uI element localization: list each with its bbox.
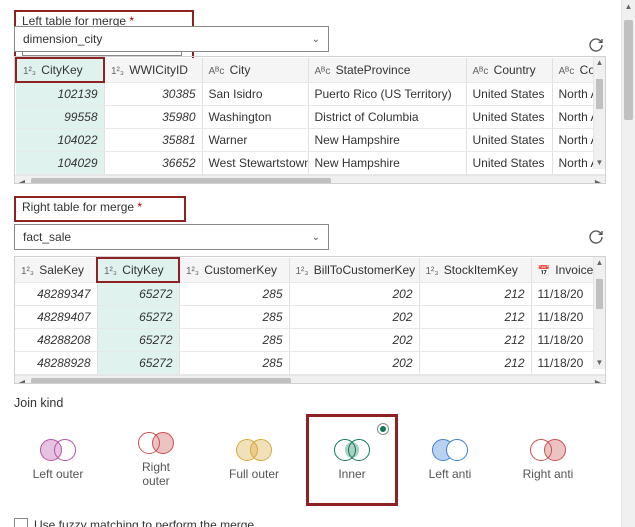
table-cell: 102139: [16, 82, 104, 106]
column-header[interactable]: 1²₃ WWICityID: [104, 58, 202, 82]
left-table-select-full[interactable]: dimension_city ⌄: [14, 26, 329, 52]
v-scrollbar[interactable]: ▲▼: [593, 257, 605, 369]
table-cell: 202: [289, 329, 419, 352]
venn-icon: [40, 439, 76, 461]
join-kind-label: Left outer: [33, 467, 84, 481]
venn-icon: [236, 439, 272, 461]
join-kind-label: Inner: [338, 467, 365, 481]
table-cell: 48288208: [15, 329, 97, 352]
radio-selected-icon: [377, 423, 389, 435]
column-header[interactable]: Aᴮc Country: [466, 58, 552, 82]
table-cell: 285: [179, 329, 289, 352]
table-cell: United States: [466, 129, 552, 152]
chevron-down-icon: ⌄: [312, 232, 320, 243]
table-cell: New Hampshire: [308, 129, 466, 152]
table-cell: District of Columbia: [308, 106, 466, 129]
table-cell: United States: [466, 106, 552, 129]
table-cell: 212: [419, 329, 531, 352]
table-cell: Warner: [202, 129, 308, 152]
fuzzy-checkbox[interactable]: [14, 518, 28, 527]
table-cell: 35881: [104, 129, 202, 152]
join-kind-right-outer[interactable]: Rightouter: [112, 416, 200, 504]
left-table: 1²₃ CityKey1²₃ WWICityIDAᴮc CityAᴮc Stat…: [14, 56, 606, 184]
table-row[interactable]: 482894076527228520221211/18/20: [15, 306, 606, 329]
table-cell: San Isidro: [202, 82, 308, 106]
table-cell: 36652: [104, 152, 202, 175]
join-kind-inner[interactable]: Inner: [308, 416, 396, 504]
table-cell: New Hampshire: [308, 152, 466, 175]
join-kind-left-anti[interactable]: Left anti: [406, 416, 494, 504]
column-header[interactable]: 1²₃ CustomerKey: [179, 258, 289, 282]
right-table: 1²₃ SaleKey1²₃ CityKey1²₃ CustomerKey1²₃…: [14, 256, 606, 384]
join-kind-full-outer[interactable]: Full outer: [210, 416, 298, 504]
venn-icon: [138, 432, 174, 454]
column-header[interactable]: 1²₃ BillToCustomerKey: [289, 258, 419, 282]
venn-icon: [334, 439, 370, 461]
table-cell: 30385: [104, 82, 202, 106]
table-cell: 212: [419, 282, 531, 306]
column-header[interactable]: 1²₃ CityKey: [97, 258, 179, 282]
join-kind-right-anti[interactable]: Right anti: [504, 416, 592, 504]
table-cell: 202: [289, 282, 419, 306]
table-row[interactable]: 482882086527228520221211/18/20: [15, 329, 606, 352]
table-row[interactable]: 482889286527228520221211/18/20: [15, 352, 606, 375]
venn-icon: [432, 439, 468, 461]
refresh-icon[interactable]: [586, 227, 606, 247]
column-header[interactable]: 1²₃ CityKey: [16, 58, 104, 82]
h-scrollbar[interactable]: ◀▶: [15, 175, 605, 184]
dialog-v-scrollbar[interactable]: ▲: [621, 0, 635, 527]
fuzzy-label: Use fuzzy matching to perform the merge: [34, 518, 254, 527]
table-cell: 104022: [16, 129, 104, 152]
table-cell: 65272: [97, 306, 179, 329]
venn-icon: [530, 439, 566, 461]
table-cell: 48289407: [15, 306, 97, 329]
right-table-select[interactable]: fact_sale ⌄: [14, 224, 329, 250]
table-cell: 104029: [16, 152, 104, 175]
table-cell: 48289347: [15, 282, 97, 306]
column-header[interactable]: 1²₃ SaleKey: [15, 258, 97, 282]
table-cell: 99558: [16, 106, 104, 129]
table-row[interactable]: 9955835980WashingtonDistrict of Columbia…: [16, 106, 606, 129]
table-cell: United States: [466, 152, 552, 175]
table-row[interactable]: 10213930385San IsidroPuerto Rico (US Ter…: [16, 82, 606, 106]
join-kind-label: Right anti: [523, 467, 574, 481]
table-cell: 285: [179, 352, 289, 375]
table-cell: United States: [466, 82, 552, 106]
join-kind-label: Left anti: [429, 467, 472, 481]
column-header[interactable]: Aᴮc StateProvince: [308, 58, 466, 82]
table-cell: 48288928: [15, 352, 97, 375]
table-cell: 65272: [97, 352, 179, 375]
join-kind-label: Join kind: [14, 396, 606, 410]
table-cell: 285: [179, 306, 289, 329]
table-cell: 202: [289, 352, 419, 375]
table-cell: 202: [289, 306, 419, 329]
chevron-down-icon: ⌄: [312, 34, 320, 45]
join-kind-left-outer[interactable]: Left outer: [14, 416, 102, 504]
join-kind-label: Full outer: [229, 467, 279, 481]
column-header[interactable]: 1²₃ StockItemKey: [419, 258, 531, 282]
v-scrollbar[interactable]: ▲▼: [593, 57, 605, 169]
h-scrollbar[interactable]: ◀▶: [15, 375, 605, 384]
table-cell: 212: [419, 306, 531, 329]
table-cell: West Stewartstown: [202, 152, 308, 175]
table-cell: Puerto Rico (US Territory): [308, 82, 466, 106]
join-kind-label: Rightouter: [142, 460, 170, 489]
right-table-label: Right table for merge *: [22, 200, 178, 214]
table-cell: 285: [179, 282, 289, 306]
column-header[interactable]: Aᴮc City: [202, 58, 308, 82]
table-cell: 212: [419, 352, 531, 375]
table-row[interactable]: 10402235881WarnerNew HampshireUnited Sta…: [16, 129, 606, 152]
table-row[interactable]: 482893476527228520221211/18/20: [15, 282, 606, 306]
table-cell: 65272: [97, 329, 179, 352]
table-cell: Washington: [202, 106, 308, 129]
table-cell: 35980: [104, 106, 202, 129]
refresh-icon[interactable]: [586, 35, 606, 55]
table-cell: 65272: [97, 282, 179, 306]
table-row[interactable]: 10402936652West StewartstownNew Hampshir…: [16, 152, 606, 175]
